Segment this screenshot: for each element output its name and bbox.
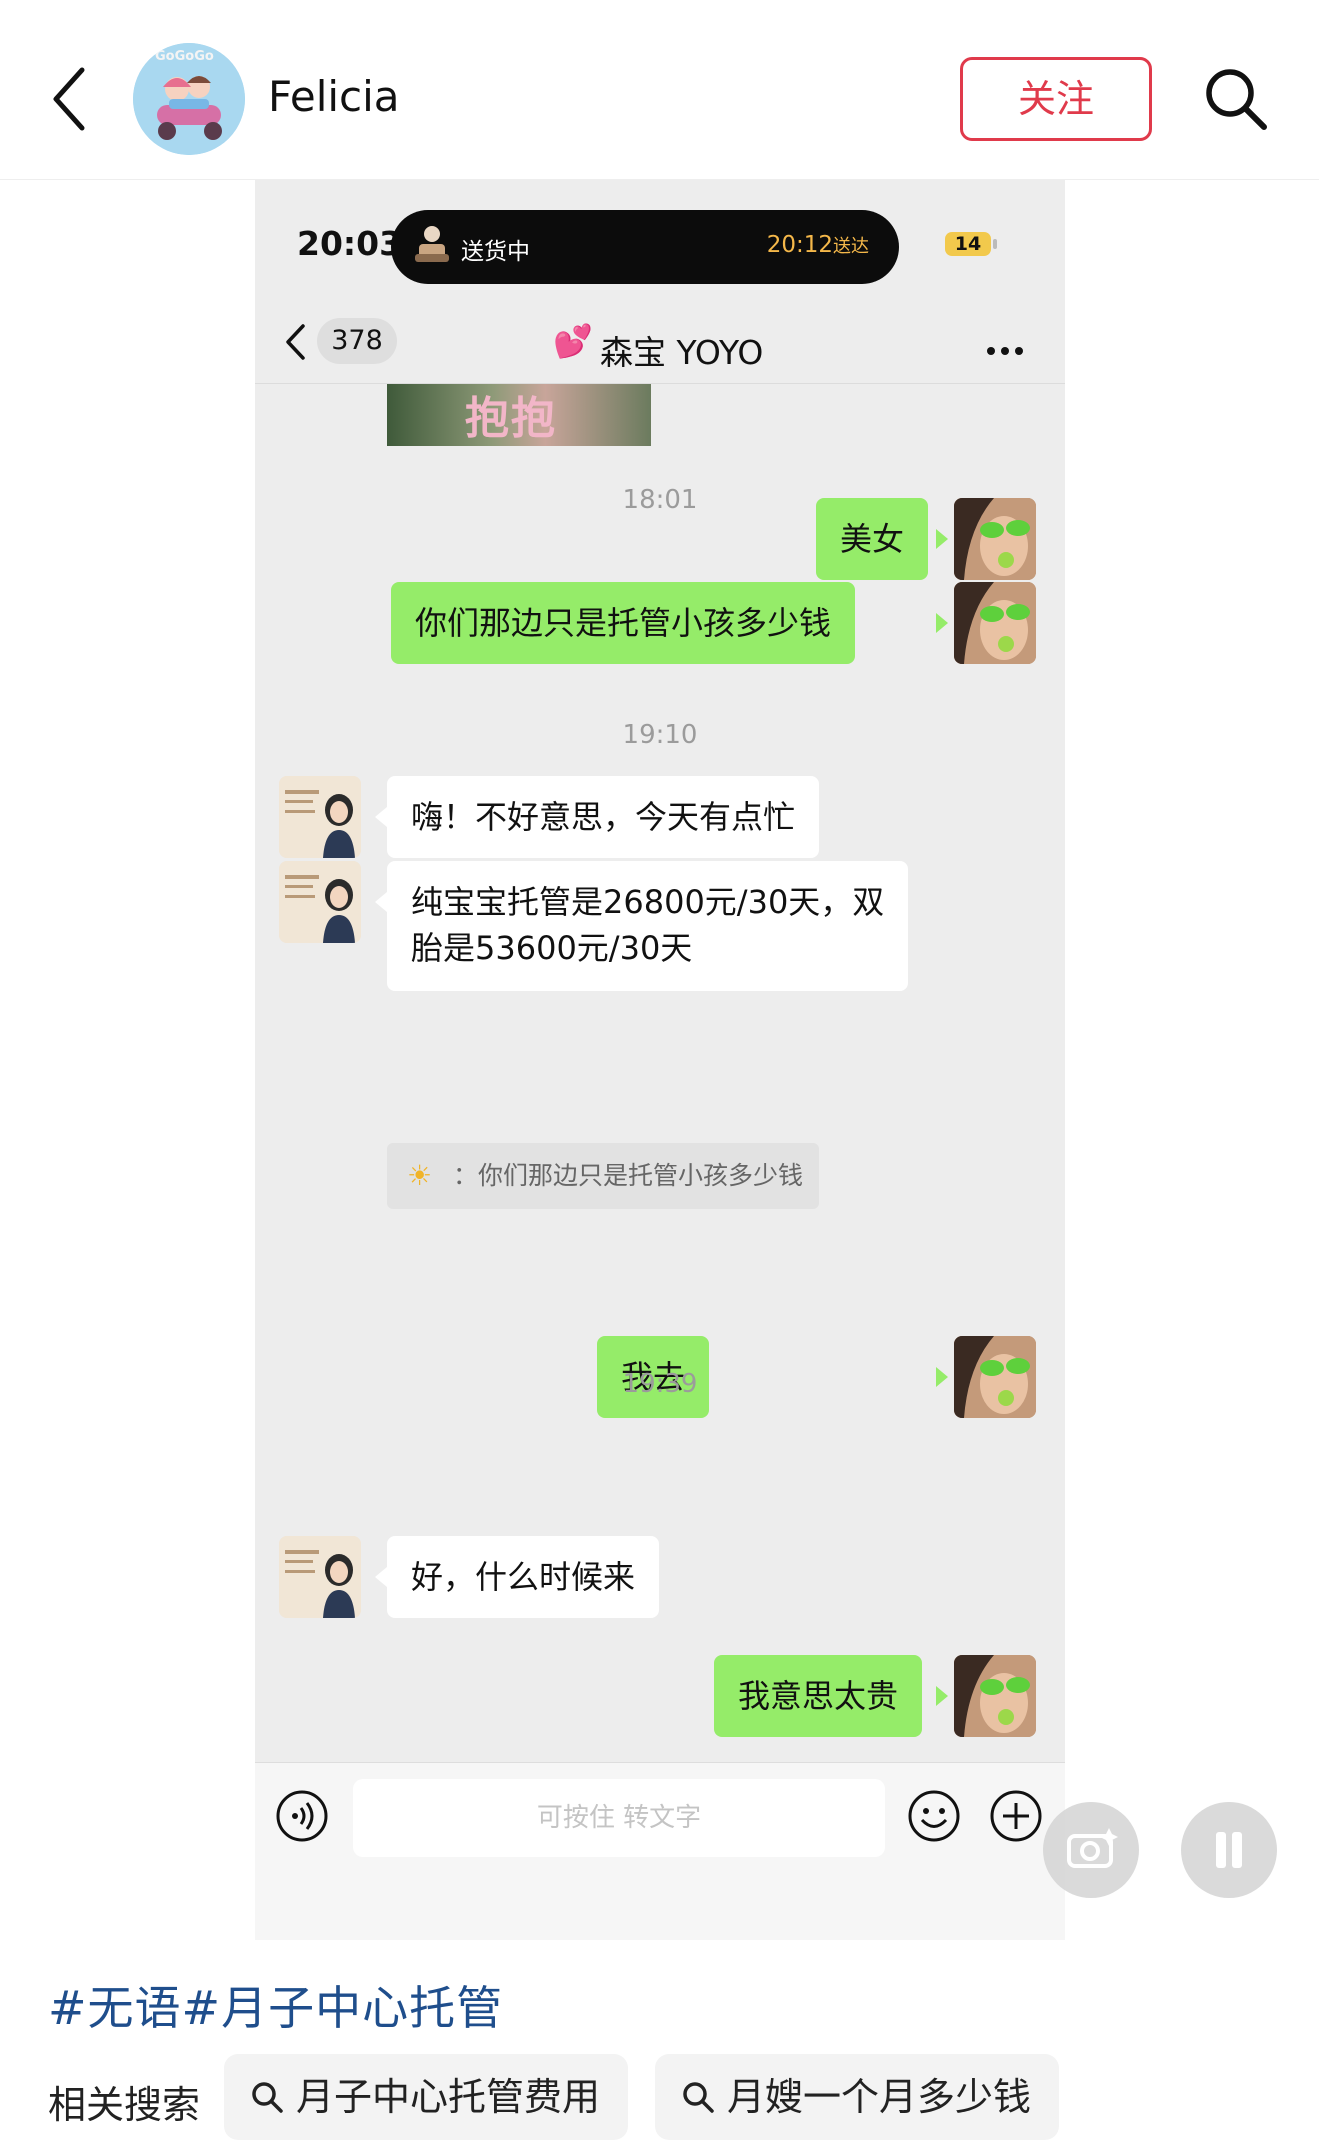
message-bubble-in[interactable]: 嗨！不好意思，今天有点忙 [387,776,820,858]
related-search-chip[interactable]: 月子中心托管费用 [224,2054,629,2140]
search-button[interactable] [1200,63,1272,135]
follow-button[interactable]: 关注 [960,57,1152,141]
quoted-text: ：你们那边只是托管小孩多少钱 [453,1161,804,1190]
my-avatar[interactable] [954,582,1036,664]
chat-screenshot: 20:03 送货中 20:12送达 14 378 💕 森宝 YOYO 抱抱 18… [255,180,1065,1940]
chevron-left-icon [53,67,85,131]
search-icon [683,2082,714,2113]
delivery-courier-icon [415,226,449,262]
bubble-tail [936,1686,948,1706]
chat-title: 森宝 YOYO [600,333,764,372]
timestamp: 19:10 [622,720,698,750]
related-search-text: 月嫂一个月多少钱 [727,2075,1032,2119]
pause-icon [1232,1832,1242,1868]
delivery-eta: 20:12送达 [767,232,869,258]
back-button[interactable] [48,64,92,134]
search-icon [252,2082,283,2113]
avatar-text: GoGoGo [155,49,214,64]
message-bubble-in[interactable]: 好，什么时候来 [387,1536,660,1618]
chat-header: 378 💕 森宝 YOYO [255,300,1065,384]
battery-indicator: 14 [945,232,991,256]
related-search-text: 月子中心托管费用 [296,2075,601,2119]
sticker-image[interactable]: 抱抱 [387,384,651,446]
related-search-chip[interactable]: 月嫂一个月多少钱 [655,2054,1060,2140]
bubble-tail [936,529,948,549]
battery-tip [993,239,997,249]
unread-count-badge[interactable]: 378 [317,318,397,364]
message-input[interactable]: 可按住 转文字 [353,1779,885,1857]
my-avatar[interactable] [954,498,1036,580]
message-line: 胎是53600元/30天 [411,929,693,967]
avatar-sunglasses-icon [954,1655,1036,1737]
bubble-tail [375,1567,387,1587]
message-bubble-in[interactable]: 纯宝宝托管是26800元/30天，双 胎是53600元/30天 [387,861,909,991]
contact-avatar[interactable] [279,861,361,943]
contact-avatar[interactable] [279,776,361,858]
plus-icon[interactable] [989,1789,1043,1843]
camera-sparkle-icon [1067,1828,1118,1868]
message-bubble-out[interactable]: 我意思太贵 [714,1655,923,1737]
timestamp: 19:39 [622,1369,698,1399]
hashtag-caption[interactable]: #无语#月子中心托管 [48,1972,503,2038]
message-bubble-out[interactable]: 美女 [816,498,929,580]
more-options-icon[interactable] [987,340,1033,355]
top-bar: GoGoGo Felicia 关注 [0,0,1319,180]
related-search-label: 相关搜索 [48,2083,201,2127]
sun-avatar-icon: ☀ [407,1159,433,1192]
avatar-sunglasses-icon [954,582,1036,664]
status-time: 20:03 [297,224,403,263]
contact-avatar[interactable] [279,1536,361,1618]
author-avatar[interactable]: GoGoGo [133,43,245,155]
avatar-sunglasses-icon [954,498,1036,580]
avatar-cartoon-woman-icon [279,861,361,943]
author-name[interactable]: Felicia [268,72,400,121]
screenshot-camera-button[interactable] [1043,1802,1139,1898]
chat-input-bar: 可按住 转文字 [255,1762,1065,1940]
pause-button[interactable] [1181,1802,1277,1898]
eta-time: 20:12 [766,232,833,258]
my-avatar[interactable] [954,1655,1036,1737]
sticker-text: 抱抱 [465,393,557,444]
bubble-tail [375,807,387,827]
timestamp: 18:01 [622,485,698,515]
heart-emoji-icon: 💕 [553,322,593,360]
message-line: 纯宝宝托管是26800元/30天，双 [411,883,885,921]
emoji-icon[interactable] [907,1789,961,1843]
chat-back-icon[interactable] [283,322,307,362]
voice-input-icon[interactable] [275,1789,329,1843]
bubble-tail [375,892,387,912]
pause-icon [1216,1832,1226,1868]
avatar-cartoon-woman-icon [279,776,361,858]
search-icon [1206,69,1267,130]
bubble-tail [936,613,948,633]
delivery-status: 送货中 [461,239,530,265]
eta-suffix: 送达 [833,236,869,257]
avatar-cartoon-woman-icon [279,1536,361,1618]
message-bubble-out[interactable]: 你们那边只是托管小孩多少钱 [391,582,856,664]
quoted-message[interactable]: ☀ ：你们那边只是托管小孩多少钱 [387,1143,819,1209]
dynamic-island: 送货中 20:12送达 [391,210,899,284]
